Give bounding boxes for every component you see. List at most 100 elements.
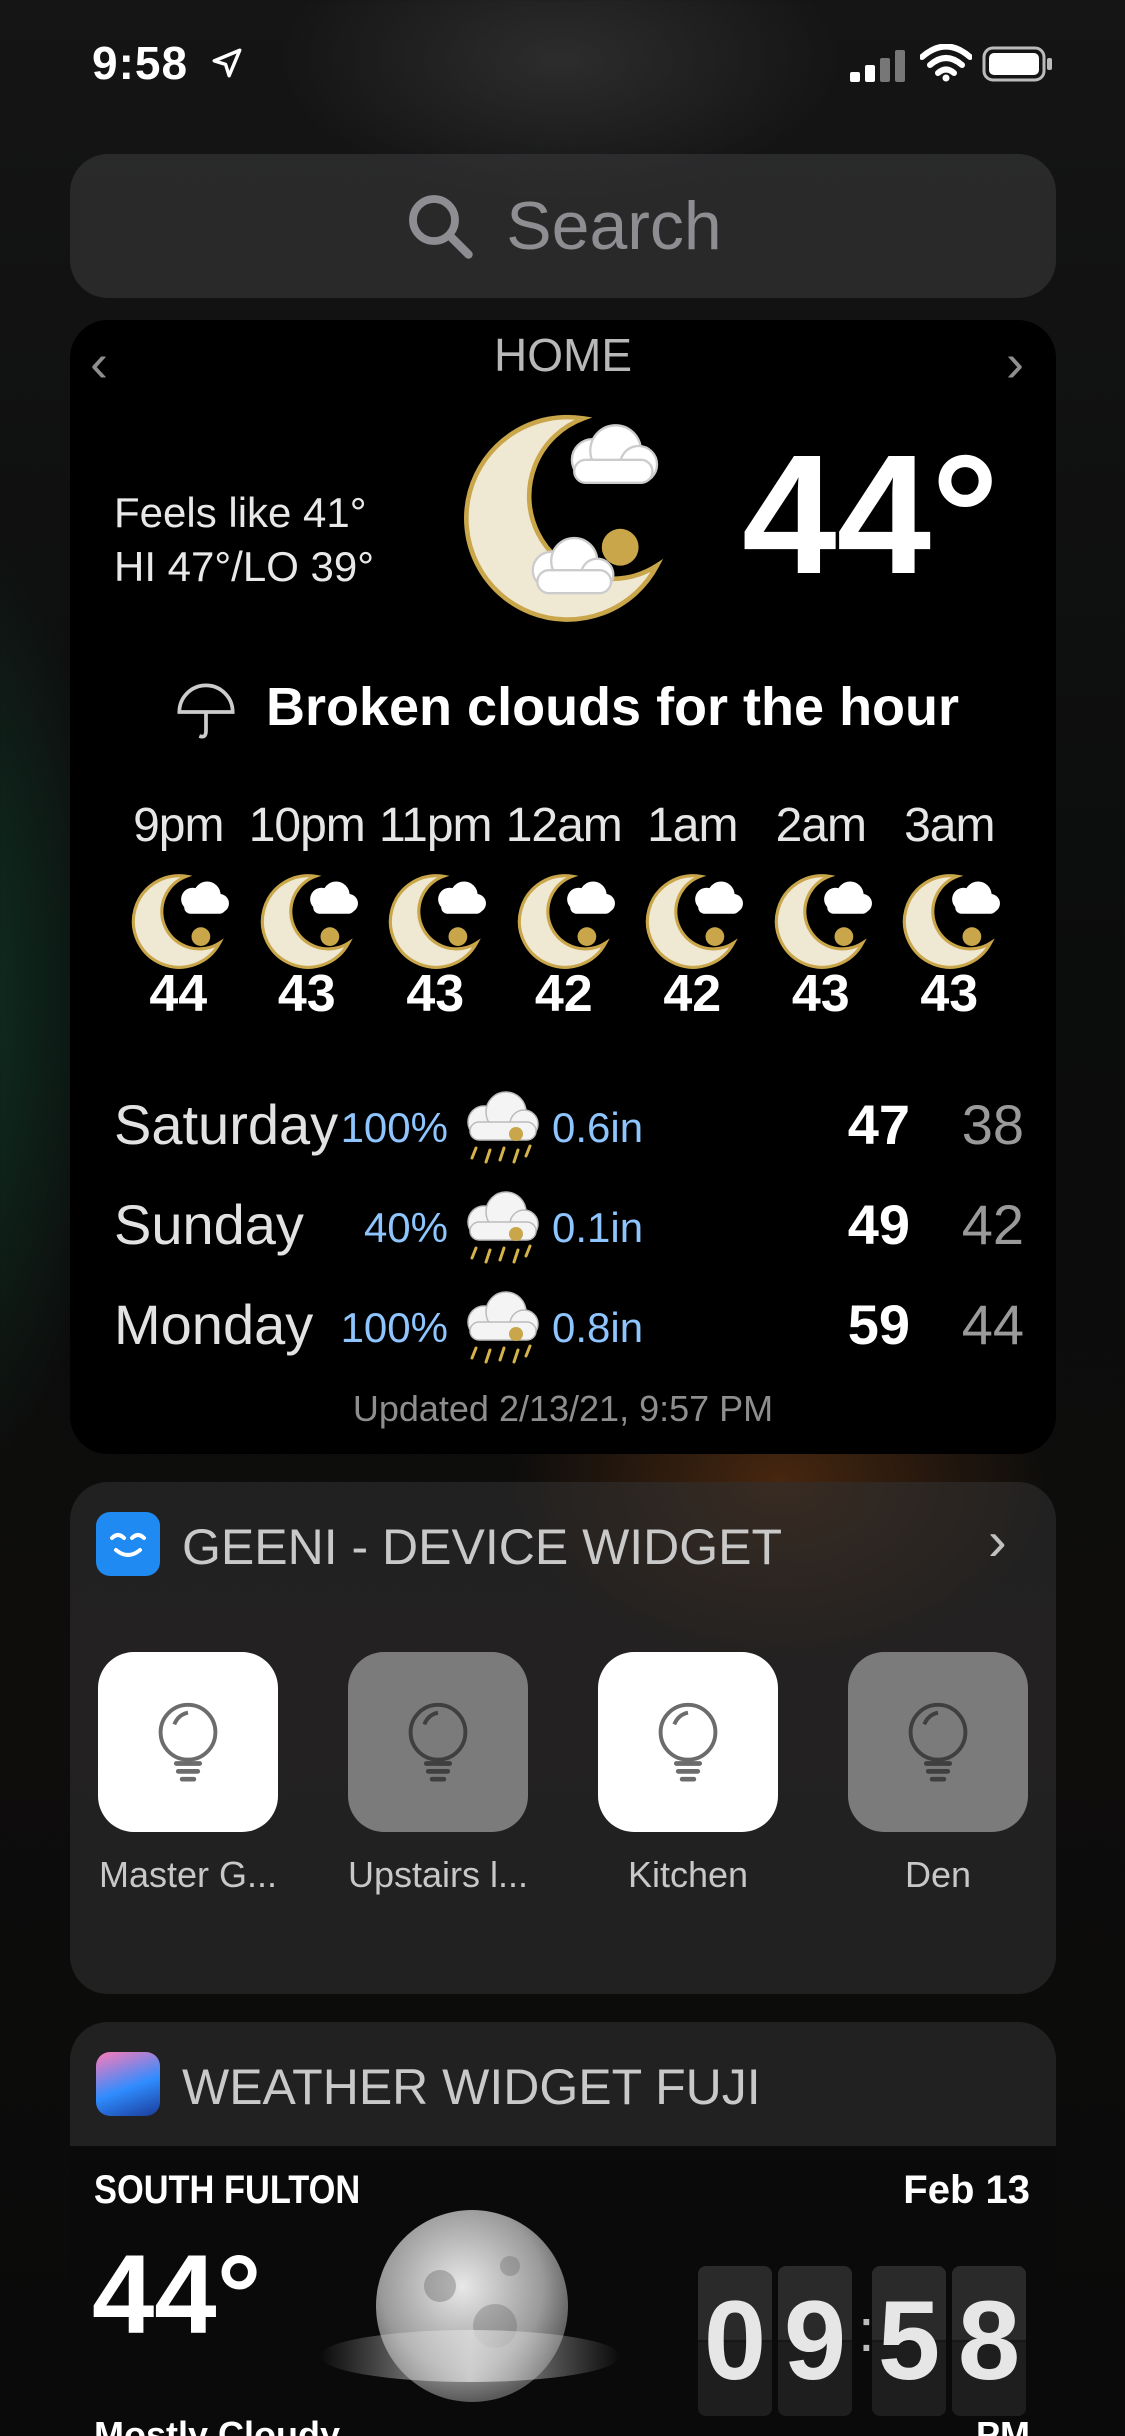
precip-amount: 0.6in [552,1104,644,1151]
day-low: 44 [961,1293,1024,1356]
wifi-icon [920,44,972,82]
light-bulb-icon [408,1702,468,1782]
day-high: 59 [847,1293,910,1356]
precip-chance: 100% [340,1304,448,1351]
device-toggle[interactable] [848,1652,1028,1832]
fuji-ampm: PM [976,2414,1030,2436]
hour-item: 10pm 43 [243,798,372,1024]
weather-widget[interactable]: ‹ HOME › Feels like 41° HI 47°/LO 39° 44… [70,320,1056,1454]
hi-lo-text: HI 47°/LO 39° [114,543,375,590]
device-den[interactable]: Den [848,1652,1028,1896]
hour-temp: 42 [663,965,722,1023]
light-bulb-icon [908,1702,968,1782]
moon-fog-icon [320,2210,620,2402]
chevron-right-icon[interactable]: › [988,1508,1007,1573]
hour-time: 10pm [248,799,366,852]
day-high: 47 [847,1093,910,1156]
device-toggle[interactable] [98,1652,278,1832]
hour-item: 11pm 43 [371,798,500,1024]
feels-like-text: Feels like 41° [114,489,367,536]
moon-cloud-icon [517,874,616,969]
hourly-forecast: 9pm 44 10pm 43 11pm 43 12am 42 1am 42 2a… [114,798,1024,1024]
device-label: Den [904,1854,972,1895]
moon-cloud-icon [646,874,745,969]
hour-temp: 43 [277,965,336,1023]
hour-temp: 43 [920,965,979,1023]
weather-summary: Broken clouds for the hour [266,677,960,737]
next-location-button[interactable]: › [1006,332,1024,394]
clock-digit: 8 [952,2266,1026,2416]
search-icon [409,195,473,259]
rain-cloud-icon [466,1090,540,1164]
moon-cloud-icon [774,874,873,969]
precip-chance: 40% [363,1204,448,1251]
location-arrow-icon [212,48,242,78]
device-label: Upstairs l... [347,1854,529,1895]
hour-temp: 42 [534,965,593,1023]
hour-item: 2am 43 [757,798,886,1024]
weather-widget-fuji[interactable]: WEATHER WIDGET FUJI SOUTH FULTON Feb 13 … [70,2022,1056,2436]
clock-digit: 9 [778,2266,852,2416]
fuji-date: Feb 13 [903,2168,1030,2212]
location-label: HOME [494,329,632,381]
daily-row: Saturday 100% 0.6in 47 38 [114,1076,1024,1176]
rain-cloud-icon [466,1190,540,1264]
device-toggle[interactable] [598,1652,778,1832]
light-bulb-icon [658,1702,718,1782]
precip-chance: 100% [340,1104,448,1151]
search-placeholder: Search [506,188,722,264]
hour-time: 2am [775,799,867,852]
search-bar[interactable]: Search [70,154,1056,298]
fuji-app-icon [96,2052,160,2116]
hour-temp: 43 [406,965,465,1023]
hour-item: 3am 43 [885,798,1014,1024]
geeni-widget-title: GEENI - DEVICE WIDGET [182,1519,783,1575]
hour-time: 9pm [133,799,224,852]
device-toggle[interactable] [348,1652,528,1832]
day-low: 42 [961,1193,1024,1256]
status-time: 9:58 [92,37,189,89]
hour-time: 1am [647,799,738,852]
battery-icon [982,46,1052,82]
updated-timestamp: Updated 2/13/21, 9:57 PM [352,1388,774,1429]
hour-item: 9pm 44 [114,798,243,1024]
fuji-condition: Mostly Cloudy [94,2414,341,2436]
fuji-widget-body: SOUTH FULTON Feb 13 44° 0 9 : 5 8 Mostly… [70,2146,1056,2436]
hour-item: 12am 42 [500,798,629,1024]
clock-digit: 5 [872,2266,946,2416]
device-kitchen[interactable]: Kitchen [598,1652,778,1896]
daily-row: Sunday 40% 0.1in 49 42 [114,1176,1024,1276]
current-temperature: 44° [742,420,1000,610]
device-master[interactable]: Master G... [98,1652,278,1896]
geeni-app-icon [96,1512,160,1576]
hour-time: 11pm [378,799,493,852]
day-low: 38 [961,1093,1024,1156]
fuji-widget-title: WEATHER WIDGET FUJI [182,2059,761,2115]
device-label: Kitchen [627,1854,749,1895]
daily-row: Monday 100% 0.8in 59 44 [114,1276,1024,1376]
fuji-temperature: 44° [92,2232,262,2357]
umbrella-icon [177,683,235,739]
cellular-signal-icon [850,50,905,82]
precip-amount: 0.1in [552,1204,644,1251]
hour-temp: 44 [149,965,208,1023]
hour-time: 12am [505,799,623,852]
geeni-device-widget: GEENI - DEVICE WIDGET › Master G... Upst… [70,1482,1056,1994]
hour-temp: 43 [791,965,850,1023]
device-upstairs[interactable]: Upstairs l... [348,1652,528,1896]
day-high: 49 [847,1193,910,1256]
day-name: Sunday [114,1193,304,1256]
moon-cloud-icon [132,874,231,969]
moon-cloud-icon [389,874,488,969]
clock-digit: 0 [698,2266,772,2416]
hour-item: 1am 42 [628,798,757,1024]
hour-time: 3am [904,799,995,852]
feels-like-block: Feels like 41° HI 47°/LO 39° [114,486,374,594]
light-bulb-icon [158,1702,218,1782]
moon-cloud-icon [464,414,664,622]
rain-cloud-icon [466,1290,540,1364]
precip-amount: 0.8in [552,1304,644,1351]
geeni-face-icon [110,1533,146,1557]
device-label: Master G... [98,1854,278,1895]
moon-cloud-icon [903,874,1002,969]
